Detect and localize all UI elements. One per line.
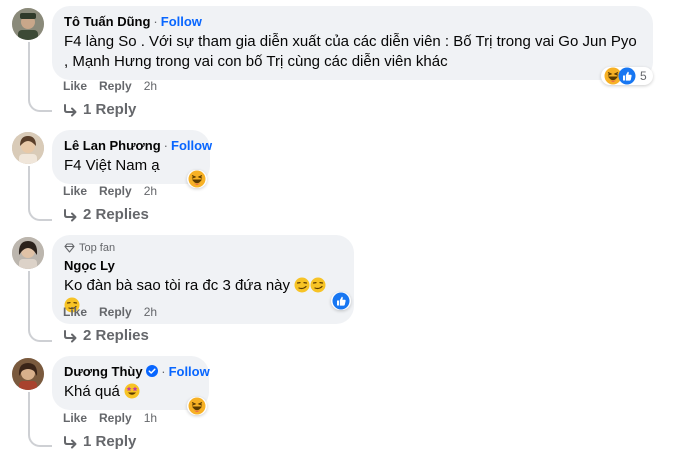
thread-line	[28, 392, 30, 432]
like-reaction-icon	[618, 67, 636, 85]
reply-button[interactable]: Reply	[99, 411, 132, 425]
replies-count: 1 Reply	[83, 101, 137, 118]
thread-connector	[28, 326, 52, 342]
thread-line	[28, 271, 30, 328]
comment-text: F4 Việt Nam ạ	[64, 157, 160, 174]
reaction-summary[interactable]	[187, 397, 207, 415]
author-name[interactable]: Tô Tuấn Dũng	[64, 14, 150, 29]
top-fan-badge: Top fan	[64, 241, 342, 255]
reply-arrow-icon	[64, 208, 77, 221]
view-replies-link[interactable]: 1 Reply	[63, 433, 136, 450]
comment-actions: Like Reply 2h	[63, 305, 169, 319]
follow-button[interactable]: Follow	[161, 14, 202, 29]
reaction-summary[interactable]: 5	[601, 67, 653, 85]
thread-connector	[28, 205, 52, 221]
reaction-summary[interactable]	[331, 292, 351, 310]
reaction-summary[interactable]	[187, 170, 207, 188]
timestamp[interactable]: 2h	[144, 79, 157, 93]
view-replies-link[interactable]: 1 Reply	[63, 101, 136, 118]
replies-count: 2 Replies	[83, 206, 149, 223]
like-button[interactable]: Like	[63, 79, 87, 93]
verified-badge-icon	[146, 365, 159, 377]
star-struck-emoji-icon	[124, 383, 140, 399]
reply-arrow-icon	[64, 103, 77, 116]
comment-header: Ngọc Ly	[64, 257, 342, 274]
reply-arrow-icon	[64, 329, 77, 342]
thread-line	[28, 166, 30, 206]
comment-text-content: Khá quá	[64, 383, 120, 400]
reply-button[interactable]: Reply	[99, 305, 132, 319]
avatar[interactable]	[12, 237, 44, 269]
replies-count: 2 Replies	[83, 327, 149, 344]
haha-reaction-icon	[188, 397, 206, 415]
author-name[interactable]: Ngọc Ly	[64, 258, 115, 273]
like-button[interactable]: Like	[63, 184, 87, 198]
comment-actions: Like Reply 2h	[63, 79, 169, 93]
like-button[interactable]: Like	[63, 305, 87, 319]
avatar[interactable]	[12, 8, 44, 40]
badge-label: Top fan	[79, 242, 116, 254]
thread-connector	[28, 431, 52, 447]
avatar[interactable]	[12, 358, 44, 390]
avatar[interactable]	[12, 132, 44, 164]
like-reaction-icon	[332, 292, 350, 310]
thread-line	[28, 42, 30, 96]
reply-button[interactable]: Reply	[99, 184, 132, 198]
view-replies-link[interactable]: 2 Replies	[63, 327, 149, 344]
haha-reaction-icon	[188, 170, 206, 188]
comment-actions: Like Reply 2h	[63, 184, 169, 198]
author-name[interactable]: Lê Lan Phương	[64, 138, 161, 153]
reply-button[interactable]: Reply	[99, 79, 132, 93]
like-button[interactable]: Like	[63, 411, 87, 425]
smirk-emoji-icon	[294, 277, 311, 293]
view-replies-link[interactable]: 2 Replies	[63, 206, 149, 223]
separator-dot: ·	[163, 138, 168, 153]
reply-arrow-icon	[64, 435, 77, 448]
timestamp[interactable]: 2h	[144, 305, 157, 319]
separator-dot: ·	[161, 364, 166, 379]
timestamp[interactable]: 1h	[144, 411, 157, 425]
comment-header: Lê Lan Phương · Follow	[64, 137, 212, 154]
timestamp[interactable]: 2h	[144, 184, 157, 198]
reaction-count: 5	[640, 69, 647, 83]
comment-text: Khá quá	[64, 382, 197, 402]
thread-connector	[28, 96, 52, 112]
diamond-icon	[64, 243, 75, 253]
follow-button[interactable]: Follow	[171, 138, 212, 153]
comment-text-content: Ko đàn bà sao tòi ra đc 3 đứa này	[64, 277, 291, 294]
comment-bubble: Tô Tuấn Dũng · Follow F4 làng So . Với sự …	[52, 6, 653, 80]
comment-bubble: Dương Thùy · Follow Khá quá	[52, 356, 210, 410]
author-name[interactable]: Dương Thùy	[64, 364, 143, 379]
separator-dot: ·	[153, 14, 158, 29]
replies-count: 1 Reply	[83, 433, 137, 450]
comment-text: F4 làng So . Với sự tham gia diễn xuất c…	[64, 33, 637, 70]
comment-header: Dương Thùy · Follow	[64, 363, 210, 380]
comment-actions: Like Reply 1h	[63, 411, 169, 425]
smirk-emoji-icon	[310, 277, 327, 293]
follow-button[interactable]: Follow	[169, 364, 210, 379]
comment-header: Tô Tuấn Dũng · Follow	[64, 13, 641, 30]
